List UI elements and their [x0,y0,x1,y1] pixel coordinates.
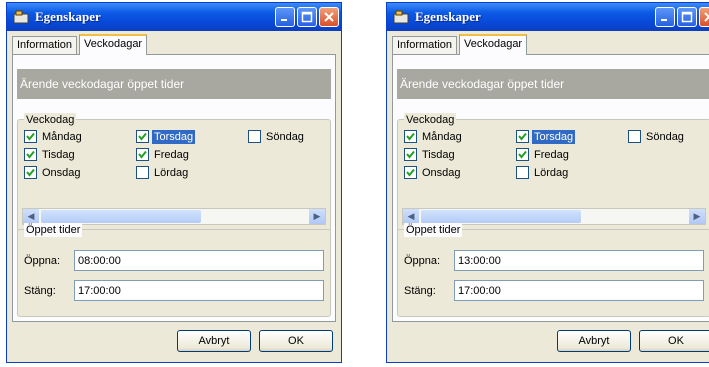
checkmark-icon [406,168,415,177]
scroll-thumb[interactable] [41,210,201,223]
weekday-group: Veckodag Måndag Tisdag Onsdag Torsdag Fr… [397,113,709,233]
close-button[interactable] [319,7,339,27]
tab-panel: Ärende veckodagar öppet tider Veckodag M… [392,54,709,322]
opening-hours-legend: Öppet tider [24,223,83,237]
checkbox-box[interactable] [136,148,149,161]
open-time-label: Öppna: [24,255,61,267]
checkbox-label: Torsdag [532,130,576,144]
checkmark-icon [138,150,147,159]
minimize-icon [281,19,287,21]
checkbox-label: Måndag [422,131,462,143]
checkbox-box[interactable] [404,130,417,143]
close-icon [324,12,334,22]
checkbox-label: Torsdag [152,130,196,144]
properties-icon [13,10,29,24]
checkmark-icon [26,132,35,141]
checkbox-box[interactable] [628,130,641,143]
checkbox-box[interactable] [24,166,37,179]
checkbox-box[interactable] [136,130,149,143]
scroll-left-arrow-icon[interactable]: ◀ [23,209,39,224]
checkmark-icon [406,150,415,159]
checkbox-box[interactable] [404,148,417,161]
open-time-input[interactable] [74,250,324,271]
scroll-right-arrow-icon[interactable]: ▶ [689,209,705,224]
close-time-label: Stäng: [24,285,56,297]
tab-strip: Information Veckodagar [12,34,336,55]
close-icon [704,12,709,22]
maximize-button[interactable] [297,7,317,27]
opening-hours-group: Öppet tider Öppna: Stäng: [397,223,709,317]
window-title: Egenskaper [415,9,481,24]
tab-veckodagar[interactable]: Veckodagar [79,34,148,55]
ok-button[interactable]: OK [259,330,333,352]
ok-button[interactable]: OK [639,330,709,352]
checkbox-label: Måndag [42,131,82,143]
checkmark-icon [518,132,527,141]
scroll-right-arrow-icon[interactable]: ▶ [309,209,325,224]
checkbox-label: Onsdag [42,167,81,179]
scroll-left-arrow-icon[interactable]: ◀ [403,209,419,224]
tab-information[interactable]: Information [392,36,458,54]
checkbox-box[interactable] [516,148,529,161]
checkmark-icon [518,150,527,159]
minimize-button[interactable] [655,7,675,27]
checkmark-icon [26,150,35,159]
checkbox-box[interactable] [516,166,529,179]
checkbox-label: Tisdag [422,149,455,161]
tab-panel: Ärende veckodagar öppet tider Veckodag M… [12,54,336,322]
tab-information[interactable]: Information [12,36,78,54]
title-bar[interactable]: Egenskaper [7,3,341,31]
checkbox-box[interactable] [136,166,149,179]
maximize-icon [301,11,313,23]
close-button[interactable] [699,7,709,27]
checkbox-box[interactable] [404,166,417,179]
maximize-button[interactable] [677,7,697,27]
checkbox-box[interactable] [24,148,37,161]
cancel-button[interactable]: Avbryt [557,330,631,352]
minimize-button[interactable] [275,7,295,27]
checkbox-box[interactable] [248,130,261,143]
checkbox-label: Tisdag [42,149,75,161]
properties-dialog-right: Egenskaper Information Veckodagar Ärende… [386,2,709,363]
weekday-group: Veckodag Måndag Tisdag Onsdag Torsdag Fr… [17,113,331,233]
checkbox-label: Onsdag [422,167,461,179]
checkmark-icon [26,168,35,177]
maximize-icon [681,11,693,23]
close-time-label: Stäng: [404,285,436,297]
checkmark-icon [406,132,415,141]
tab-veckodagar[interactable]: Veckodagar [459,34,528,55]
close-time-input[interactable] [454,280,704,301]
checkbox-label: Söndag [266,131,304,143]
checkbox-label: Lördag [534,167,569,179]
section-banner: Ärende veckodagar öppet tider [17,69,331,99]
checkmark-icon [138,132,147,141]
weekday-group-legend: Veckodag [404,113,457,127]
properties-icon [393,10,409,24]
title-bar[interactable]: Egenskaper [387,3,709,31]
minimize-icon [661,19,667,21]
scroll-thumb[interactable] [421,210,581,223]
tab-strip: Information Veckodagar [392,34,709,55]
opening-hours-group: Öppet tider Öppna: Stäng: [17,223,331,317]
section-banner: Ärende veckodagar öppet tider [397,69,709,99]
checkbox-box[interactable] [24,130,37,143]
cancel-button[interactable]: Avbryt [177,330,251,352]
open-time-label: Öppna: [404,255,441,267]
open-time-input[interactable] [454,250,704,271]
checkbox-label: Fredag [154,149,189,161]
checkbox-label: Söndag [646,131,684,143]
checkbox-box[interactable] [516,130,529,143]
checkbox-label: Lördag [154,167,189,179]
window-title: Egenskaper [35,9,101,24]
close-time-input[interactable] [74,280,324,301]
weekday-group-legend: Veckodag [24,113,77,127]
properties-dialog-left: Egenskaper Information Veckodagar Ärende… [6,2,342,363]
checkbox-label: Fredag [534,149,569,161]
opening-hours-legend: Öppet tider [404,223,463,237]
